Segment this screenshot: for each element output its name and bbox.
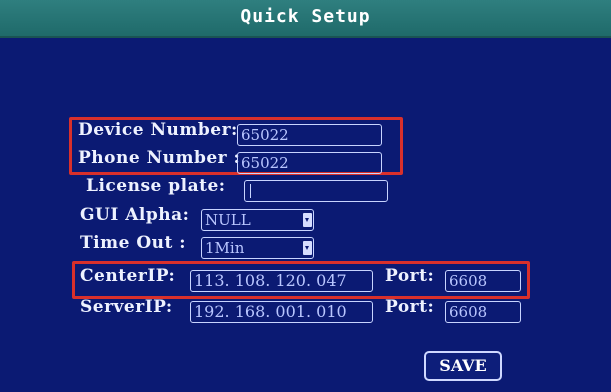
center-port-field[interactable]: 6608 [445,270,521,292]
server-port-label: Port: [385,297,435,317]
gui-alpha-select[interactable]: NULL [201,209,314,231]
license-plate-label: License plate: [86,176,226,196]
phone-number-value: 65022 [241,154,289,172]
center-port-value: 6608 [449,272,488,290]
server-port-value: 6608 [449,303,488,321]
time-out-label: Time Out : [80,233,187,253]
center-port-label: Port: [385,266,435,286]
save-button[interactable]: SAVE [424,351,502,381]
center-ip-field[interactable]: 113. 108. 120. 047 [190,270,373,292]
server-ip-value: 192. 168. 001. 010 [194,302,347,321]
chevron-down-icon[interactable] [303,213,312,227]
center-ip-value: 113. 108. 120. 047 [194,271,347,290]
server-ip-label: ServerIP: [80,297,173,317]
title-bar: Quick Setup [0,0,611,38]
license-plate-field[interactable] [244,180,388,202]
server-port-field[interactable]: 6608 [445,301,521,323]
server-ip-field[interactable]: 192. 168. 001. 010 [190,301,373,323]
device-number-label: Device Number: [78,120,238,140]
phone-number-label: Phone Number : [78,148,241,168]
gui-alpha-value: NULL [205,211,251,229]
text-cursor [250,184,251,198]
time-out-select[interactable]: 1Min [201,237,314,259]
gui-alpha-label: GUI Alpha: [80,205,190,225]
page-title: Quick Setup [240,6,371,27]
time-out-value: 1Min [205,239,245,257]
phone-number-field[interactable]: 65022 [237,152,382,174]
center-ip-label: CenterIP: [80,266,176,286]
device-number-field[interactable]: 65022 [237,124,382,146]
device-number-value: 65022 [241,126,289,144]
chevron-down-icon[interactable] [303,241,312,255]
